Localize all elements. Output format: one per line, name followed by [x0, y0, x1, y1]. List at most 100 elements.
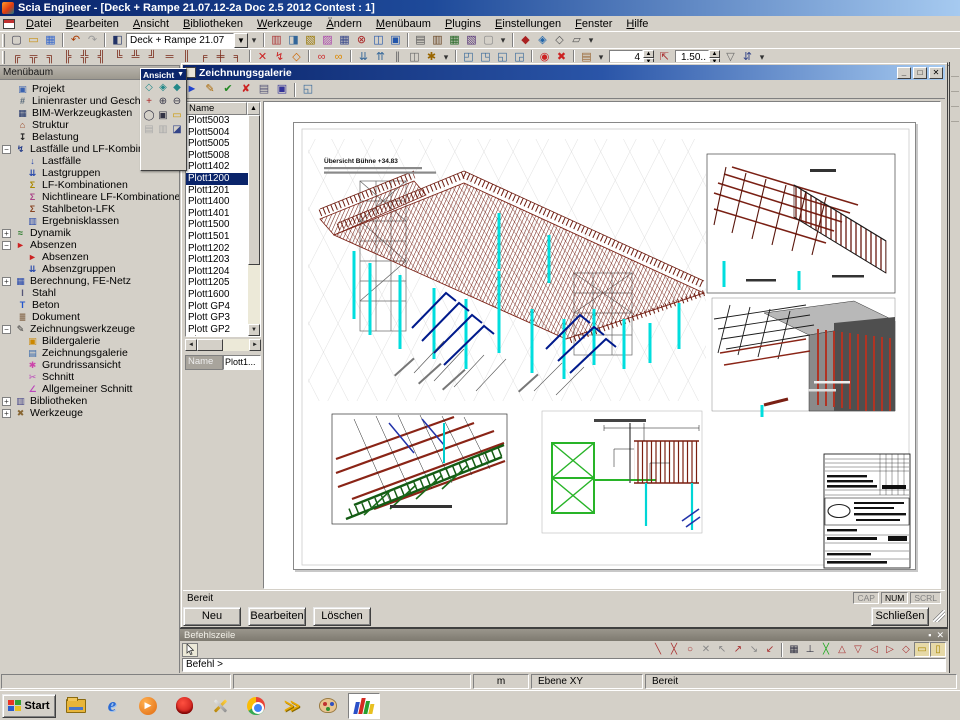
print-view-icon[interactable]: ▤: [142, 123, 156, 137]
plot-list-item[interactable]: Plott1402: [186, 161, 248, 173]
tree-item-lfkombinationen[interactable]: ΣLF-Kombinationen: [26, 179, 179, 191]
menu-bearbeiten[interactable]: Bearbeiten: [59, 17, 126, 31]
accept-icon[interactable]: ✔: [219, 82, 237, 98]
tree-item-zeichnungswerkzeuge[interactable]: −✎Zeichnungswerkzeuge: [0, 323, 179, 335]
snap-cross-icon[interactable]: ╳: [666, 642, 682, 657]
plot-list-item[interactable]: Plott GP1: [186, 335, 248, 336]
calc-icon[interactable]: ▥: [268, 33, 285, 48]
snap-center-icon[interactable]: ◇: [898, 642, 914, 657]
tree-item-nichtlinearelfkombinationen[interactable]: ΣNichtlineare LF-Kombinationen: [26, 191, 179, 203]
plot-list-item[interactable]: Plott1203: [186, 254, 248, 266]
plot-list-item[interactable]: Plott GP2: [186, 324, 248, 336]
view2-icon[interactable]: ▣: [387, 33, 404, 48]
scrollbar-thumb[interactable]: [248, 115, 260, 265]
beam-icon-7[interactable]: ╚: [110, 50, 127, 65]
beam-icon-2[interactable]: ╦: [25, 50, 42, 65]
snap-mid-icon[interactable]: △: [834, 642, 850, 657]
snap-nw-icon[interactable]: ↖: [714, 642, 730, 657]
menu-einstellungen[interactable]: Einstellungen: [488, 17, 568, 31]
layout-icon[interactable]: ◧: [109, 33, 126, 48]
expand-icon[interactable]: +: [2, 397, 11, 406]
media-player-icon[interactable]: ▶: [132, 693, 164, 719]
beam-icon-10[interactable]: ═: [161, 50, 178, 65]
expand-icon[interactable]: +: [2, 229, 11, 238]
close-icon[interactable]: ✕: [936, 630, 944, 641]
view-x-icon[interactable]: ◈: [156, 81, 170, 95]
new-button[interactable]: Neu: [183, 607, 241, 626]
measure-icon[interactable]: ◇: [551, 33, 568, 48]
overflow2-icon[interactable]: ▾: [497, 33, 509, 48]
plot-list-item[interactable]: Plott1400: [186, 196, 248, 208]
tree-item-berechnungfenetz[interactable]: +▦Berechnung, FE-Netz: [0, 275, 179, 287]
tree-item-bibliotheken[interactable]: +▥Bibliotheken: [0, 395, 179, 407]
snap-near-icon[interactable]: ◁: [866, 642, 882, 657]
list-horizontal-scrollbar[interactable]: ◄ ►: [185, 339, 261, 351]
new-icon[interactable]: ▢: [8, 33, 25, 48]
project-dropdown-value[interactable]: Deck + Rampe 21.07: [126, 33, 234, 48]
snap-end-icon[interactable]: ▽: [850, 642, 866, 657]
paint-icon[interactable]: [312, 693, 344, 719]
axes-icon[interactable]: +: [142, 95, 156, 109]
blank-icon[interactable]: ▢: [480, 33, 497, 48]
snap-sw-icon[interactable]: ↙: [762, 642, 778, 657]
tree-item-beton[interactable]: TBeton: [16, 299, 179, 311]
menu-ndern[interactable]: Ändern: [319, 17, 368, 31]
plot-list-item[interactable]: Plott GP4: [186, 301, 248, 313]
plot-list-item[interactable]: Plott1600: [186, 289, 248, 301]
plot-list-item[interactable]: Plott1401: [186, 208, 248, 220]
child-window-icon[interactable]: [3, 19, 15, 29]
command-input[interactable]: Befehl >: [182, 658, 946, 672]
snap-ne-icon[interactable]: ↗: [730, 642, 746, 657]
plot-list-item[interactable]: Plott1205: [186, 277, 248, 289]
tree-item-stahl[interactable]: IStahl: [16, 287, 179, 299]
collapse-icon[interactable]: −: [2, 241, 11, 250]
beam-icon-9[interactable]: ╝: [144, 50, 161, 65]
tree-item-bildergalerie[interactable]: ▣Bildergalerie: [26, 335, 179, 347]
document-icon[interactable]: ▧: [463, 33, 480, 48]
plot-list-item[interactable]: Plott1202: [186, 243, 248, 255]
toolbar-grip2[interactable]: [2, 51, 5, 64]
plot-list-item[interactable]: Plott1501: [186, 231, 248, 243]
copy-view-icon[interactable]: ▥: [156, 123, 170, 137]
minimize-icon[interactable]: _: [897, 67, 911, 79]
chevron-down-icon[interactable]: ▼: [234, 33, 248, 48]
plot-list-item[interactable]: Plott5004: [186, 127, 248, 139]
beam-icon-5[interactable]: ╬: [76, 50, 93, 65]
zoom-window-icon[interactable]: ◯: [142, 109, 156, 123]
plot-list-item[interactable]: Plott1204: [186, 266, 248, 278]
tools-icon[interactable]: [204, 693, 236, 719]
zoom-in-icon[interactable]: ⊕: [156, 95, 170, 109]
view-y-icon[interactable]: ◆: [170, 81, 184, 95]
menu-bibliotheken[interactable]: Bibliotheken: [176, 17, 250, 31]
snap-track-icon[interactable]: ▯: [930, 642, 946, 657]
beam-icon-3[interactable]: ╗: [42, 50, 59, 65]
expand-icon[interactable]: +: [2, 409, 11, 418]
redo-icon[interactable]: ↷: [84, 33, 101, 48]
file-manager-icon[interactable]: [60, 693, 92, 719]
snap-se-icon[interactable]: ↘: [746, 642, 762, 657]
overflow-icon[interactable]: ▾: [248, 33, 260, 48]
ansicht-toolbar-header[interactable]: Ansicht ▼: [141, 69, 186, 80]
plot-list-item[interactable]: Plott1200: [186, 173, 248, 185]
beam-icon-8[interactable]: ╩: [127, 50, 144, 65]
close-button[interactable]: Schließen: [871, 607, 929, 626]
snap-int-icon[interactable]: ╳: [818, 642, 834, 657]
edit-plot-icon[interactable]: ✎: [201, 82, 219, 98]
tree-item-dokument[interactable]: ≣Dokument: [16, 311, 179, 323]
edit-button[interactable]: Bearbeiten: [248, 607, 306, 626]
model-icon[interactable]: ▦: [336, 33, 353, 48]
results-icon[interactable]: ▨: [319, 33, 336, 48]
tree-item-werkzeuge[interactable]: +✖Werkzeuge: [0, 407, 179, 419]
preview-icon[interactable]: ▥: [429, 33, 446, 48]
save-icon[interactable]: ▦: [42, 33, 59, 48]
doc-icon[interactable]: ◨: [285, 33, 302, 48]
open-icon[interactable]: ▭: [25, 33, 42, 48]
expand-icon[interactable]: +: [2, 277, 11, 286]
zoomdoc-icon[interactable]: ◈: [534, 33, 551, 48]
beam-icon-6[interactable]: ╣: [93, 50, 110, 65]
menu-menbaum[interactable]: Menübaum: [369, 17, 438, 31]
menu-ansicht[interactable]: Ansicht: [126, 17, 176, 31]
snap-delete-icon[interactable]: ✕: [698, 642, 714, 657]
snap-ortho-icon[interactable]: ▭: [914, 642, 930, 657]
export-plot-icon[interactable]: ◱: [299, 82, 317, 98]
